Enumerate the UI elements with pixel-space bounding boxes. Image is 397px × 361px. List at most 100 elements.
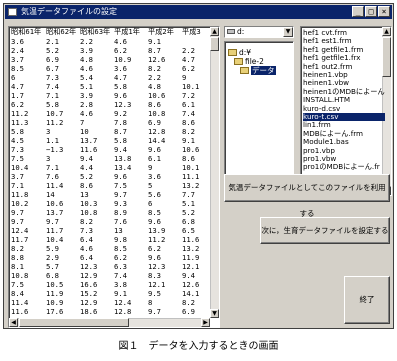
table-cell[interactable]: 10	[78, 127, 112, 136]
hscroll-thumb[interactable]	[19, 318, 129, 327]
table-cell[interactable]: 5.2	[44, 46, 78, 55]
table-cell[interactable]: 4.8	[146, 82, 180, 91]
table-cell[interactable]: 9.2	[112, 109, 146, 118]
table-cell[interactable]: 6.4	[78, 253, 112, 262]
table-cell[interactable]: 10.7	[44, 109, 78, 118]
table-cell[interactable]: 13.7	[78, 136, 112, 145]
table-cell[interactable]: 9.4	[180, 271, 214, 280]
table-cell[interactable]: 5.8	[112, 136, 146, 145]
table-cell[interactable]: 6.1	[146, 154, 180, 163]
table-cell[interactable]: 11.4	[44, 181, 78, 190]
table-cell[interactable]: 7.3	[9, 145, 44, 154]
table-cell[interactable]: 5.2	[78, 172, 112, 181]
file-list[interactable]: ▲ ▼ hef1 cvt.frmhef1 est1.frmhef1 getfil…	[300, 26, 392, 196]
minimize-button[interactable]: _	[352, 6, 364, 17]
table-cell[interactable]: 7.2	[180, 91, 214, 100]
table-cell[interactable]: 6.8	[180, 217, 214, 226]
table-cell[interactable]: 11.4	[9, 298, 44, 307]
table-cell[interactable]: 14	[44, 190, 78, 199]
table-cell[interactable]: 10.6	[146, 91, 180, 100]
table-cell[interactable]: 13.4	[112, 163, 146, 172]
table-cell[interactable]: 13.2	[180, 244, 214, 253]
folder-item-data[interactable]: データ	[240, 66, 276, 75]
table-cell[interactable]: 7.8	[112, 118, 146, 127]
table-cell[interactable]: 10.9	[112, 55, 146, 64]
table-cell[interactable]: 4.6	[78, 244, 112, 253]
folder-item-file-2[interactable]: file-2	[234, 57, 264, 66]
table-cell[interactable]: 9.3	[112, 199, 146, 208]
table-cell[interactable]: 7.6	[44, 172, 78, 181]
set-growth-data-file-button[interactable]: 次に，生育データファイルを設定する	[260, 217, 390, 244]
table-cell[interactable]: 7.4	[44, 82, 78, 91]
table-cell[interactable]: 7.7	[180, 190, 214, 199]
table-cell[interactable]: 12.8	[146, 127, 180, 136]
scroll-right-arrow-icon[interactable]: ▶	[201, 318, 210, 327]
column-header[interactable]: 昭和62年	[44, 27, 78, 37]
table-cell[interactable]: 2.2	[146, 73, 180, 82]
table-cell[interactable]: 5.1	[78, 82, 112, 91]
table-cell[interactable]: 8.5	[112, 244, 146, 253]
table-cell[interactable]: 3	[44, 127, 78, 136]
table-cell[interactable]: 11.1	[180, 172, 214, 181]
table-cell[interactable]: 4.6	[78, 109, 112, 118]
table-cell[interactable]: 7.3	[78, 226, 112, 235]
table-cell[interactable]: 4.7	[9, 82, 44, 91]
table-cell[interactable]: 5.6	[146, 190, 180, 199]
table-cell[interactable]: 8.2	[9, 244, 44, 253]
table-cell[interactable]: 13.7	[44, 208, 78, 217]
column-header[interactable]: 平成3	[180, 27, 214, 37]
table-cell[interactable]: 10.8	[9, 271, 44, 280]
maximize-button[interactable]: □	[365, 6, 377, 17]
table-cell[interactable]: 9.1	[112, 289, 146, 298]
table-cell[interactable]: 1.1	[44, 136, 78, 145]
table-cell[interactable]: 3.9	[78, 91, 112, 100]
table-cell[interactable]: 12.4	[9, 226, 44, 235]
column-header[interactable]: 昭和61年	[9, 27, 44, 37]
table-cell[interactable]: 6	[9, 73, 44, 82]
table-cell[interactable]: 9.7	[44, 217, 78, 226]
table-cell[interactable]: 9.4	[112, 145, 146, 154]
chevron-down-icon[interactable]: ▼	[283, 27, 293, 37]
table-cell[interactable]: 5.9	[44, 244, 78, 253]
scroll-down-arrow-icon[interactable]: ▼	[210, 309, 219, 318]
table-cell[interactable]: 2.4	[9, 46, 44, 55]
table-cell[interactable]: 6.2	[112, 46, 146, 55]
table-cell[interactable]: 6.9	[180, 307, 214, 316]
table-cell[interactable]: 13.8	[112, 154, 146, 163]
table-cell[interactable]: 7.4	[112, 271, 146, 280]
table-cell[interactable]: 4.7	[112, 73, 146, 82]
table-cell[interactable]: 6.2	[9, 100, 44, 109]
table-cell[interactable]: 11.6	[78, 145, 112, 154]
table-cell[interactable]: 12.1	[146, 280, 180, 289]
table-cell[interactable]: 3.6	[146, 172, 180, 181]
table-cell[interactable]: 11.9	[180, 253, 214, 262]
table-cell[interactable]: 8.2	[180, 298, 214, 307]
table-cell[interactable]: 6.9	[44, 55, 78, 64]
table-cell[interactable]: 3.7	[9, 172, 44, 181]
table-cell[interactable]: 8.1	[9, 262, 44, 271]
table-cell[interactable]: 6.2	[180, 64, 214, 73]
table-cell[interactable]: 11.2	[146, 235, 180, 244]
column-header[interactable]: 平成2年	[146, 27, 180, 37]
table-cell[interactable]: 9.4	[78, 154, 112, 163]
close-button[interactable]: ×	[378, 6, 390, 17]
table-cell[interactable]: 11.2	[44, 118, 78, 127]
table-cell[interactable]: 5.8	[112, 82, 146, 91]
use-as-temperature-file-button[interactable]: 気温データファイルとしてこのファイルを利用する	[224, 174, 390, 218]
table-cell[interactable]: 4.5	[9, 136, 44, 145]
table-cell[interactable]: 8.5	[146, 208, 180, 217]
file-list-item[interactable]: pro1のMDBによーん.fr	[303, 162, 385, 171]
table-cell[interactable]: 10.9	[44, 298, 78, 307]
table-cell[interactable]: −1.3	[44, 145, 78, 154]
table-cell[interactable]: 8.2	[180, 127, 214, 136]
table-cell[interactable]: 9.7	[9, 217, 44, 226]
table-cell[interactable]: 11.7	[44, 226, 78, 235]
table-cell[interactable]: 10.8	[146, 109, 180, 118]
table-cell[interactable]: 10.6	[180, 145, 214, 154]
table-cell[interactable]: 8.6	[146, 100, 180, 109]
table-cell[interactable]: 13.9	[146, 226, 180, 235]
column-header[interactable]: 昭和63年	[78, 27, 112, 37]
table-cell[interactable]: 2.8	[78, 100, 112, 109]
table-cell[interactable]: 5.8	[9, 127, 44, 136]
table-cell[interactable]: 9.7	[9, 208, 44, 217]
